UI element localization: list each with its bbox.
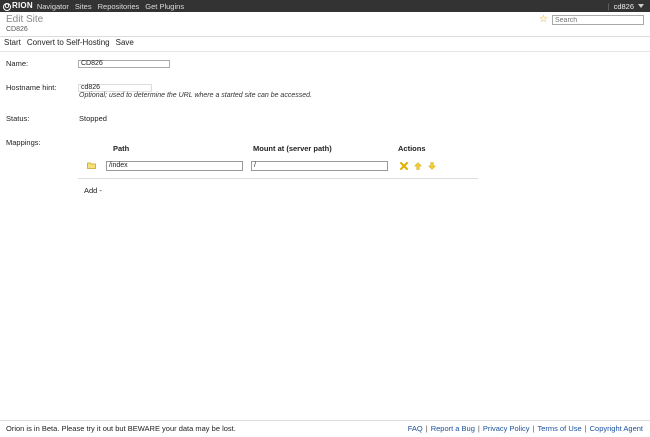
page-title: Edit Site bbox=[6, 14, 44, 25]
footer-links: FAQ | Report a Bug | Privacy Policy | Te… bbox=[408, 424, 643, 433]
start-button[interactable]: Start bbox=[4, 38, 21, 47]
nav-sites[interactable]: Sites bbox=[75, 2, 92, 11]
name-field[interactable]: CD826 bbox=[78, 60, 170, 68]
user-menu[interactable]: | cd826 bbox=[608, 0, 644, 12]
link-report-bug[interactable]: Report a Bug bbox=[431, 424, 475, 433]
nav-get-plugins[interactable]: Get Plugins bbox=[145, 2, 184, 11]
save-button[interactable]: Save bbox=[116, 38, 134, 47]
delete-icon[interactable] bbox=[400, 162, 408, 170]
folder-icon[interactable] bbox=[87, 162, 96, 169]
footer: Orion is in Beta. Please try it out but … bbox=[0, 420, 650, 437]
link-privacy-policy[interactable]: Privacy Policy bbox=[483, 424, 530, 433]
top-navigation: Navigator Sites Repositories Get Plugins bbox=[37, 2, 184, 11]
add-mapping-button[interactable]: Add - bbox=[84, 186, 102, 195]
search-input[interactable] bbox=[552, 15, 644, 25]
top-banner: O RION Navigator Sites Repositories Get P… bbox=[0, 0, 650, 12]
link-separator: | bbox=[477, 424, 480, 433]
move-up-icon[interactable] bbox=[414, 162, 422, 170]
status-label: Status: bbox=[6, 114, 30, 123]
link-faq[interactable]: FAQ bbox=[408, 424, 423, 433]
status-value: Stopped bbox=[79, 114, 107, 123]
name-label: Name: bbox=[6, 59, 29, 68]
column-path: Path bbox=[113, 144, 130, 153]
column-actions: Actions bbox=[398, 144, 426, 153]
move-down-icon[interactable] bbox=[428, 162, 436, 170]
convert-self-hosting-button[interactable]: Convert to Self-Hosting bbox=[27, 38, 110, 47]
page-subtitle: CD826 bbox=[6, 26, 28, 33]
link-terms-of-use[interactable]: Terms of Use bbox=[537, 424, 581, 433]
logo-text: RION bbox=[12, 1, 33, 10]
mapping-row-divider bbox=[78, 178, 478, 179]
link-separator: | bbox=[532, 424, 535, 433]
user-separator: | bbox=[607, 1, 610, 11]
orion-logo[interactable]: O RION bbox=[3, 1, 33, 11]
logo-letter: O bbox=[3, 3, 11, 11]
mappings-label: Mappings: bbox=[6, 138, 41, 147]
link-separator: | bbox=[584, 424, 587, 433]
hostname-label: Hostname hint: bbox=[6, 83, 57, 92]
link-separator: | bbox=[425, 424, 428, 433]
hostname-field[interactable]: cd826 bbox=[78, 84, 152, 92]
nav-navigator[interactable]: Navigator bbox=[37, 2, 69, 11]
hostname-hint: Optional; used to determine the URL wher… bbox=[79, 92, 312, 99]
caret-down-icon[interactable] bbox=[638, 4, 644, 8]
column-mount: Mount at (server path) bbox=[253, 144, 332, 153]
mapping-mount-input[interactable]: / bbox=[251, 161, 388, 171]
user-name[interactable]: cd826 bbox=[614, 2, 634, 11]
star-icon[interactable]: ☆ bbox=[539, 14, 548, 25]
mapping-path-input[interactable]: /index bbox=[106, 161, 243, 171]
toolbar-divider bbox=[0, 51, 650, 52]
link-copyright-agent[interactable]: Copyright Agent bbox=[590, 424, 643, 433]
footer-beta-notice: Orion is in Beta. Please try it out but … bbox=[6, 424, 236, 433]
toolbar: Start Convert to Self-Hosting Save bbox=[4, 38, 134, 47]
page-header: Edit Site CD826 ☆ bbox=[0, 12, 650, 37]
nav-repositories[interactable]: Repositories bbox=[98, 2, 140, 11]
